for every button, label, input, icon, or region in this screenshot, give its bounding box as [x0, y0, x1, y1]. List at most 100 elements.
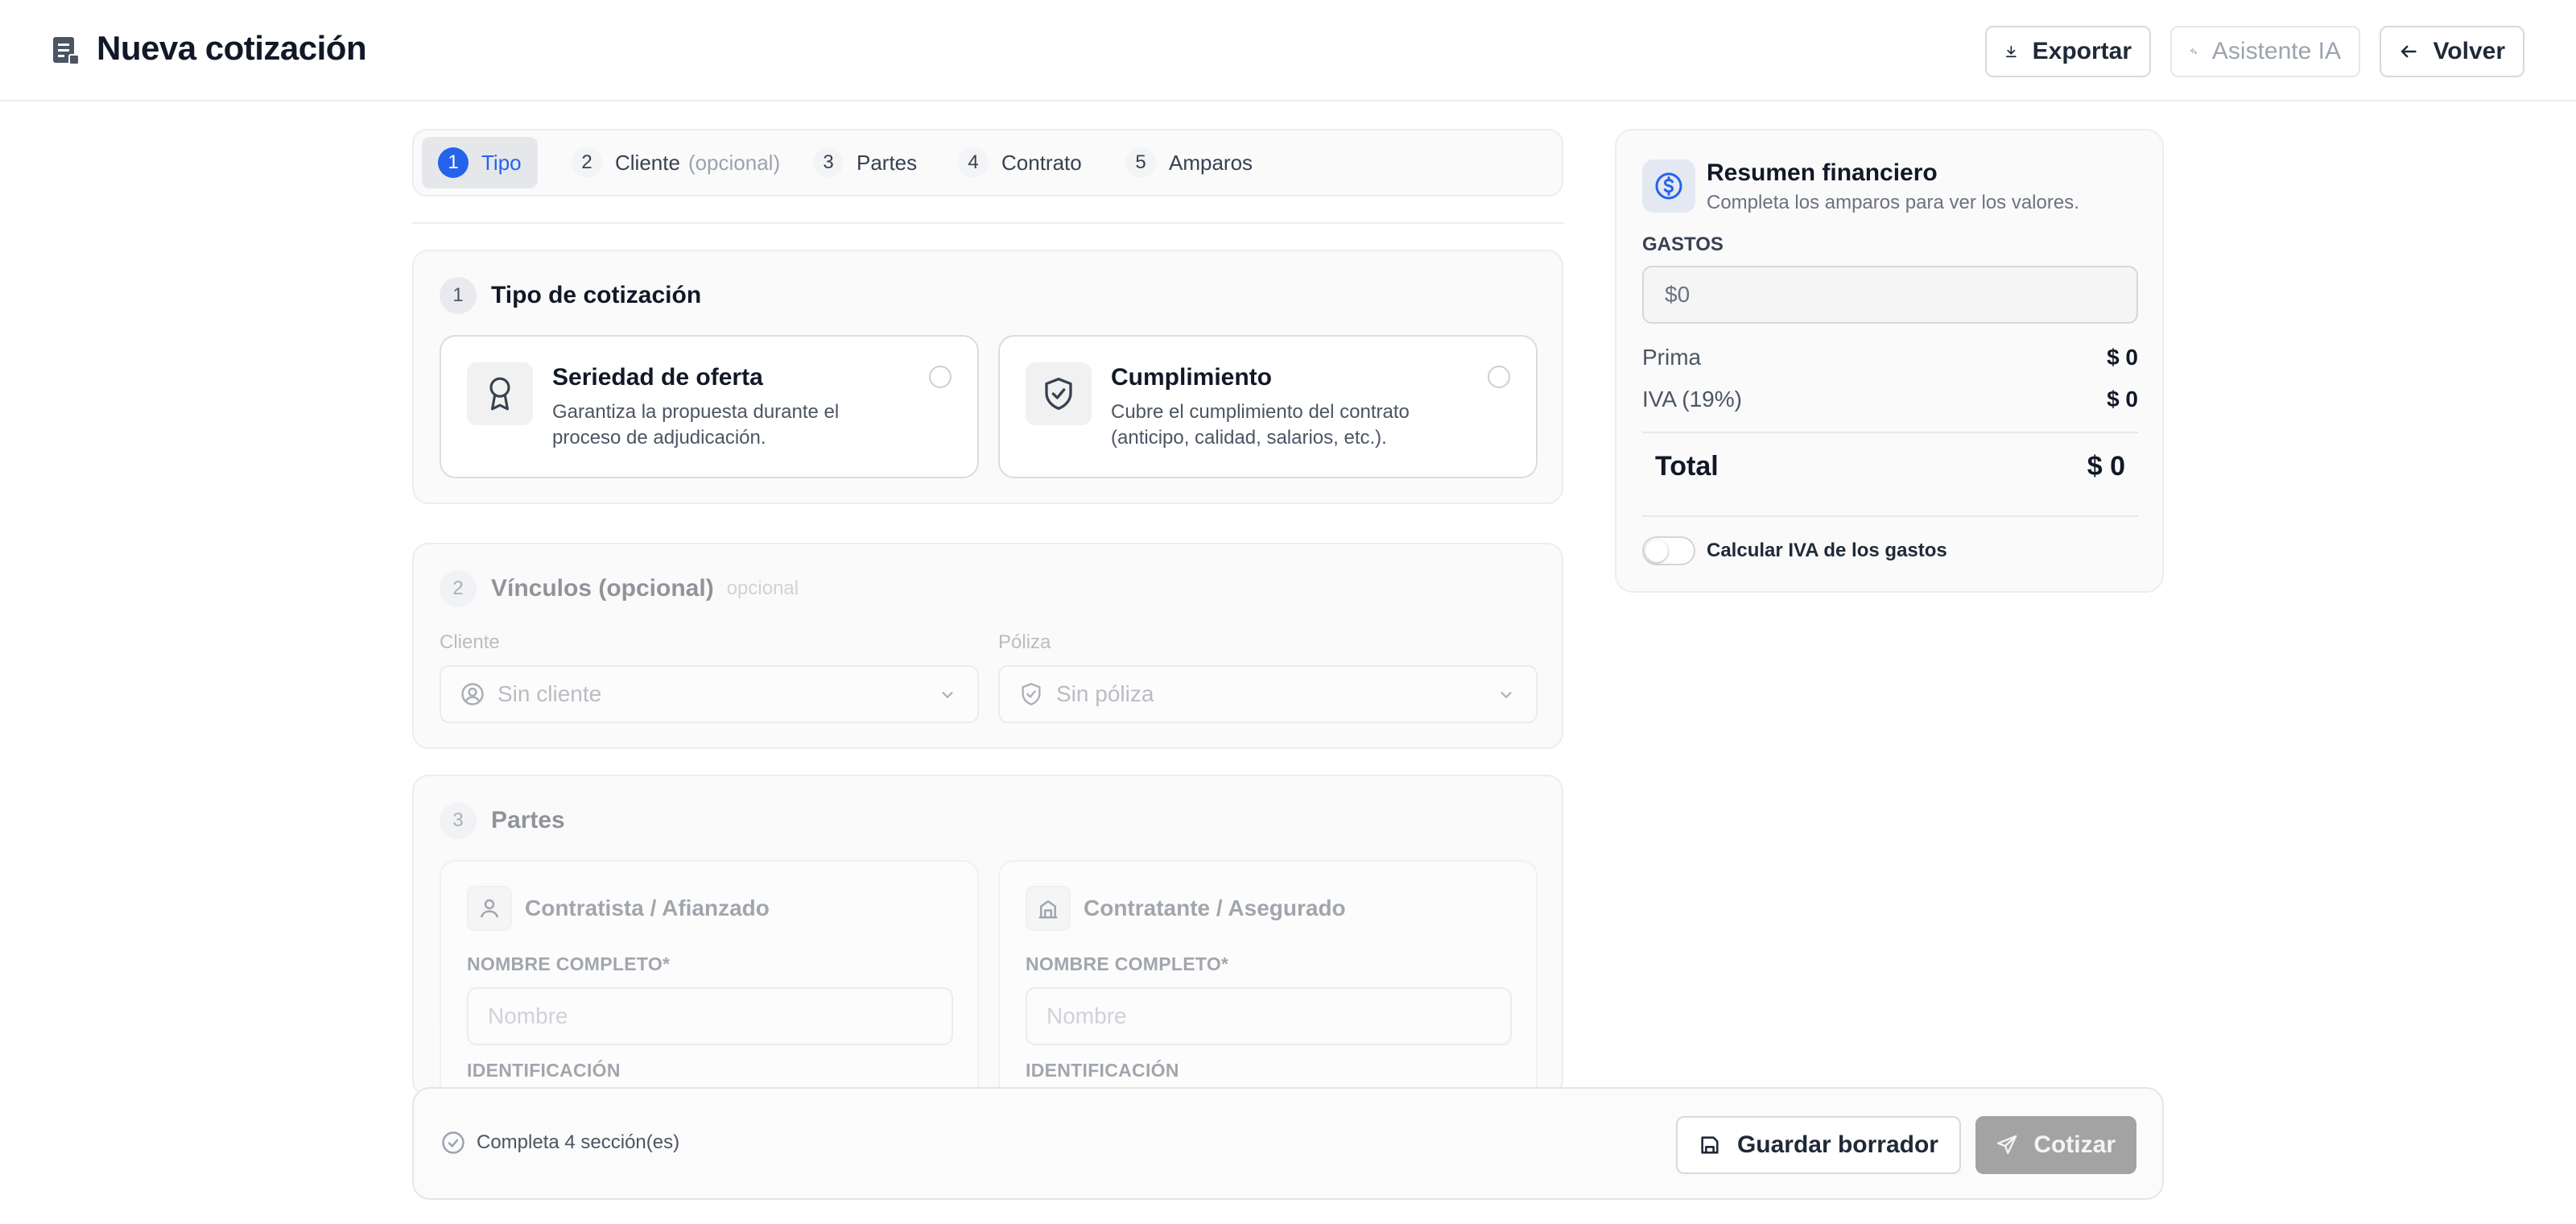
divider — [1642, 515, 2138, 517]
step-label: Cliente — [615, 150, 680, 175]
contracting-title: Contratante / Asegurado — [1084, 895, 1346, 920]
section-disabled-overlay: 3 Partes Contratista / Afianzado NOMBRE … — [414, 776, 1562, 1095]
step-number: 1 — [438, 147, 469, 178]
shield-check-icon — [1026, 362, 1092, 425]
contractor-name-label: NOMBRE COMPLETO* — [467, 953, 671, 974]
option-title: Seriedad de oferta — [552, 364, 763, 391]
contractor-name-input[interactable]: Nombre — [467, 987, 953, 1045]
premium-value: $ 0 — [2107, 345, 2138, 370]
step-label: Tipo — [481, 150, 522, 175]
contracting-card: Contratante / Asegurado NOMBRE COMPLETO*… — [998, 860, 1538, 1095]
step-number: 5 — [1125, 147, 1156, 178]
section-header: 2 Vínculos (opcional) opcional — [440, 570, 799, 607]
iva-label: IVA (19%) — [1642, 387, 1742, 411]
sparkles-icon — [2190, 48, 2198, 55]
completion-status-text: Completa 4 sección(es) — [477, 1131, 680, 1153]
arrow-left-icon — [2401, 45, 2417, 58]
stepper: 1 Tipo 2 Cliente (opcional) 3 Partes 4 C… — [412, 129, 1563, 196]
client-label: Cliente — [440, 631, 500, 653]
section-parties: 3 Partes Contratista / Afianzado NOMBRE … — [412, 775, 1563, 1097]
option-description: Cubre el cumplimiento del contrato (anti… — [1111, 401, 1410, 449]
option-seriedad-oferta[interactable]: Seriedad de oferta Garantiza la propuest… — [440, 335, 979, 478]
option-radio[interactable] — [1488, 366, 1510, 388]
step-contrato[interactable]: 4 Contrato — [942, 137, 1098, 188]
client-select[interactable]: Sin cliente — [440, 665, 979, 723]
option-cumplimiento[interactable]: Cumplimiento Cubre el cumplimiento del c… — [998, 335, 1538, 478]
step-label: Partes — [857, 150, 918, 175]
chevron-down-icon — [942, 692, 953, 699]
contractor-card: Contratista / Afianzado NOMBRE COMPLETO*… — [440, 860, 979, 1095]
summary-subtitle: Completa los amparos para ver los valore… — [1707, 192, 2079, 213]
completion-status: Completa 4 sección(es) — [441, 1131, 679, 1155]
step-label: Amparos — [1169, 150, 1253, 175]
iva-expenses-toggle[interactable] — [1642, 536, 1695, 565]
client-select-value: Sin cliente — [497, 681, 602, 706]
divider — [1642, 432, 2138, 433]
step-label: Contrato — [1001, 150, 1082, 175]
section-title: Partes — [491, 807, 565, 833]
action-bar: Completa 4 sección(es) Guardar borrador … — [412, 1087, 2164, 1200]
iva-value: $ 0 — [2107, 387, 2138, 411]
section-disabled-overlay: 2 Vínculos (opcional) opcional Cliente S… — [414, 544, 1562, 747]
contractor-id-label: IDENTIFICACIÓN — [467, 1060, 621, 1081]
contractor-title: Contratista / Afianzado — [525, 895, 770, 920]
step-partes[interactable]: 3 Partes — [797, 137, 933, 188]
save-draft-label: Guardar borrador — [1736, 1131, 1938, 1158]
award-icon — [467, 362, 533, 425]
section-title: Tipo de cotización — [491, 282, 702, 308]
section-optional-tag: opcional — [726, 577, 799, 599]
download-icon — [2005, 45, 2017, 58]
contracting-name-input[interactable]: Nombre — [1026, 987, 1512, 1045]
ai-assistant-button[interactable]: Asistente IA — [2170, 26, 2360, 77]
policy-select[interactable]: Sin póliza — [998, 665, 1538, 723]
quote-button[interactable]: Cotizar — [1975, 1116, 2136, 1174]
total-label: Total — [1655, 451, 1719, 482]
user-circle-icon — [461, 683, 484, 705]
step-number: 4 — [958, 147, 989, 178]
financial-summary: Resumen financiero Completa los amparos … — [1615, 129, 2164, 593]
option-radio[interactable] — [929, 366, 952, 388]
total-value: $ 0 — [2087, 451, 2125, 482]
contracting-id-label: IDENTIFICACIÓN — [1026, 1060, 1179, 1081]
step-tipo[interactable]: 1 Tipo — [422, 137, 538, 188]
section-links: 2 Vínculos (opcional) opcional Cliente S… — [412, 543, 1563, 749]
iva-row: IVA (19%) $ 0 — [1642, 387, 2138, 412]
document-icon — [53, 37, 80, 65]
chevron-down-icon — [1501, 692, 1512, 699]
section-number: 2 — [440, 570, 477, 607]
contracting-name-label: NOMBRE COMPLETO* — [1026, 953, 1229, 974]
expenses-input[interactable]: $0 — [1642, 266, 2138, 324]
step-amparos[interactable]: 5 Amparos — [1109, 137, 1269, 188]
back-button[interactable]: Volver — [2380, 26, 2524, 77]
policy-label: Póliza — [998, 631, 1051, 653]
page-title: Nueva cotización — [97, 29, 367, 67]
shield-check-icon — [1022, 683, 1041, 705]
dollar-circle-icon — [1642, 159, 1695, 213]
back-label: Volver — [2433, 38, 2506, 64]
total-row: Total $ 0 — [1655, 451, 2125, 482]
export-button[interactable]: Exportar — [1985, 26, 2151, 77]
stepper-divider — [412, 222, 1563, 224]
save-icon — [1701, 1136, 1719, 1154]
ai-assistant-label: Asistente IA — [2211, 38, 2341, 64]
send-icon — [1996, 1135, 2017, 1155]
expenses-value: $0 — [1665, 282, 1690, 307]
section-title: Vínculos (opcional) — [491, 575, 714, 602]
save-draft-button[interactable]: Guardar borrador — [1676, 1116, 1961, 1174]
building-icon — [1026, 886, 1071, 931]
contractor-name-placeholder: Nombre — [488, 1003, 568, 1028]
section-header: 3 Partes — [440, 802, 565, 839]
app-header: Nueva cotización Exportar Asistente IA V… — [0, 0, 2576, 101]
quote-label: Cotizar — [2033, 1131, 2116, 1158]
option-title: Cumplimiento — [1111, 364, 1272, 391]
premium-row: Prima $ 0 — [1642, 345, 2138, 370]
section-quote-type: 1 Tipo de cotización Seriedad de oferta … — [412, 250, 1563, 504]
section-number: 1 — [440, 277, 477, 314]
contracting-name-placeholder: Nombre — [1046, 1003, 1127, 1028]
section-number: 3 — [440, 802, 477, 839]
step-cliente[interactable]: 2 Cliente (opcional) — [555, 137, 796, 188]
user-icon — [467, 886, 512, 931]
export-label: Exportar — [2032, 38, 2132, 64]
step-number: 2 — [572, 147, 602, 178]
policy-select-value: Sin póliza — [1056, 681, 1154, 706]
